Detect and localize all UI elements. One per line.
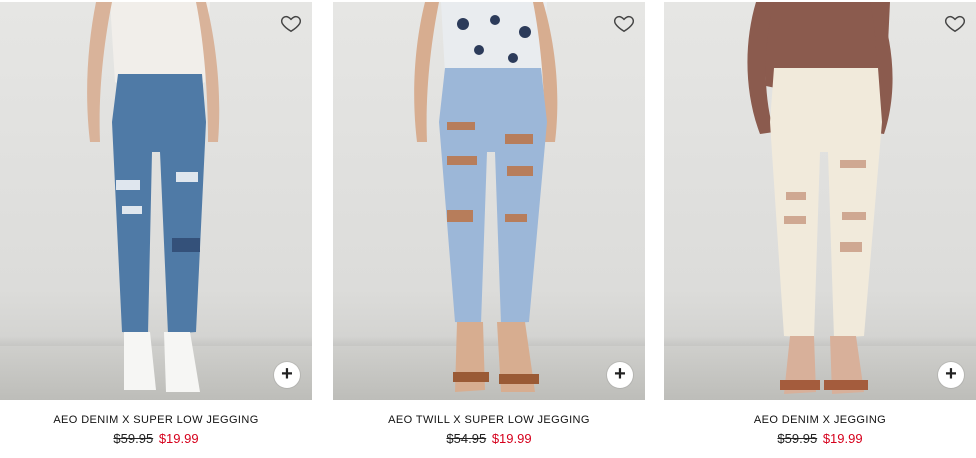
plus-icon[interactable]: + [938,362,964,388]
product-image[interactable]: + [664,2,976,400]
sandal-left [453,372,489,382]
product-card[interactable]: + AEO DENIM X JEGGING $59.95 $19.99 [664,0,976,458]
heart-outline-icon[interactable] [944,12,966,34]
product-grid: + AEO DENIM X SUPER LOW JEGGING $59.95 $… [0,0,976,458]
sandal-left [780,380,820,390]
product-price: $59.95 $19.99 [0,431,312,446]
original-price: $59.95 [777,431,818,446]
model-illustration [414,2,558,392]
sale-price: $19.99 [822,431,863,446]
sandal-right [824,380,868,390]
model-illustration [747,2,893,394]
jeans [112,74,206,334]
product-card[interactable]: + AEO DENIM X SUPER LOW JEGGING $59.95 $… [0,0,312,458]
shoe-left [124,332,156,390]
sale-price: $19.99 [158,431,199,446]
product-name[interactable]: AEO TWILL X SUPER LOW JEGGING [333,414,645,426]
product-image[interactable]: + [333,2,645,400]
sandal-right [499,374,539,384]
plus-icon[interactable]: + [274,362,300,388]
product-card[interactable]: + AEO TWILL X SUPER LOW JEGGING $54.95 $… [333,0,645,458]
jeans [770,68,882,338]
model-illustration [87,2,220,392]
shoe-right [164,332,200,392]
product-price: $59.95 $19.99 [664,431,976,446]
product-image[interactable]: + [0,2,312,400]
product-name[interactable]: AEO DENIM X SUPER LOW JEGGING [0,414,312,426]
heart-outline-icon[interactable] [280,12,302,34]
original-price: $54.95 [446,431,487,446]
sale-price: $19.99 [491,431,532,446]
heart-outline-icon[interactable] [613,12,635,34]
product-price: $54.95 $19.99 [333,431,645,446]
plus-icon[interactable]: + [607,362,633,388]
original-price: $59.95 [113,431,154,446]
product-name[interactable]: AEO DENIM X JEGGING [664,414,976,426]
jeans [439,68,547,324]
